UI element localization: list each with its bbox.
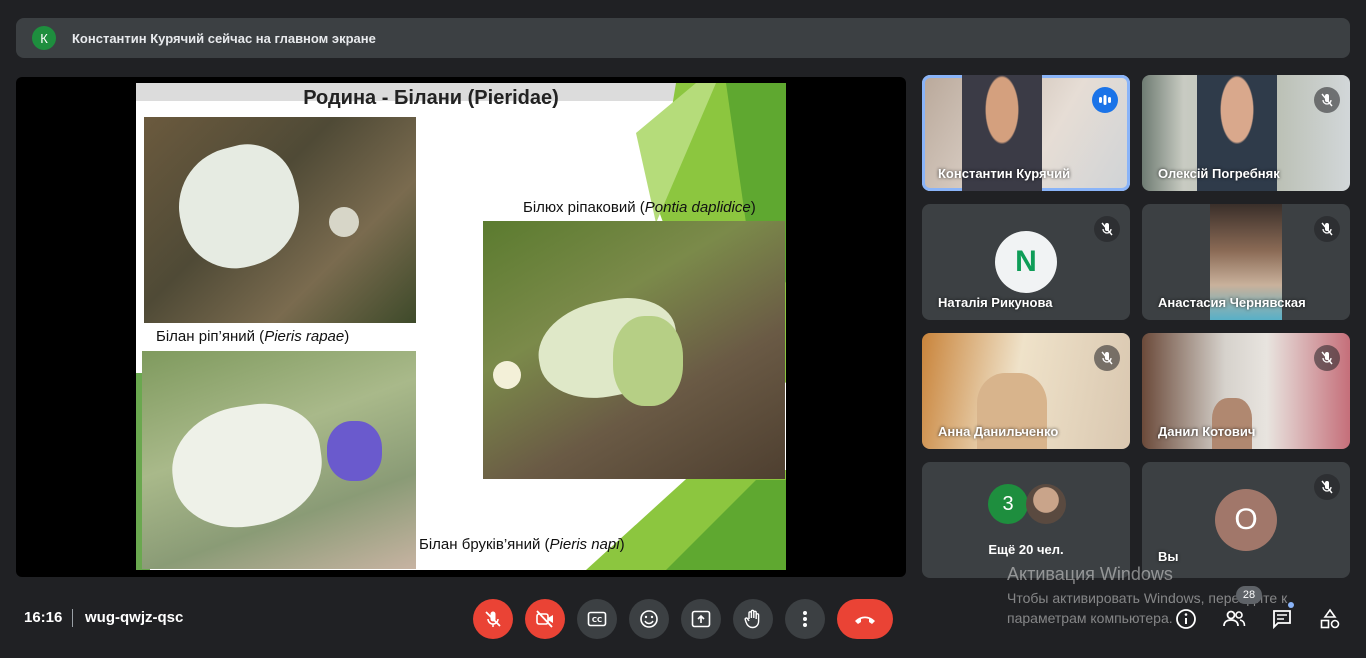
participant-name: Наталія Рикунова — [938, 295, 1053, 310]
butterfly-photo-daplidice — [483, 221, 785, 479]
leave-call-button[interactable] — [837, 599, 893, 639]
participant-tile[interactable]: Анна Данильченко — [922, 333, 1130, 449]
chat-button[interactable] — [1268, 605, 1296, 633]
caption-napi: Білан бруків’яний (Pieris napi) — [419, 536, 625, 553]
mic-off-icon — [1314, 87, 1340, 113]
clock: 16:16 — [24, 609, 63, 626]
emoji-icon — [640, 610, 658, 628]
camera-off-icon — [536, 610, 553, 628]
info-icon — [1176, 609, 1196, 629]
mic-off-icon — [1094, 216, 1120, 242]
butterfly-photo-rapae — [144, 117, 416, 323]
participant-name: Анастасия Чернявская — [1158, 295, 1306, 310]
activities-button[interactable] — [1316, 605, 1344, 633]
participant-name: Данил Котович — [1158, 424, 1256, 439]
meeting-code: wug-qwjz-qsc — [85, 609, 184, 626]
caption-rapae-latin: Pieris rapae — [264, 328, 345, 345]
participant-tile[interactable]: Анастасия Чернявская — [1142, 204, 1350, 320]
caption-daplidice-text: Білюх ріпаковий ( — [523, 199, 645, 216]
mic-off-icon — [1094, 345, 1120, 371]
mic-off-icon — [1314, 216, 1340, 242]
mic-off-icon — [1314, 345, 1340, 371]
present-screen-button[interactable] — [681, 599, 721, 639]
mic-toggle-button[interactable] — [473, 599, 513, 639]
more-participants-tile[interactable]: 3 Ещё 20 чел. — [922, 462, 1130, 578]
caption-rapae-text: Білан ріп’яний ( — [156, 328, 265, 345]
windows-activation-title: Активация Windows — [1007, 564, 1173, 584]
participant-name: Анна Данильченко — [938, 424, 1059, 439]
slide-title: Родина - Білани (Pieridae) — [136, 87, 726, 110]
caption-rapae: Білан ріп’яний (Pieris rapae) — [156, 328, 349, 345]
speaking-indicator-icon — [1092, 87, 1118, 113]
hang-up-icon — [855, 616, 875, 624]
divider — [72, 609, 73, 627]
participant-tile[interactable]: Олексій Погребняк — [1142, 75, 1350, 191]
camera-toggle-button[interactable] — [525, 599, 565, 639]
more-count: 3 — [1002, 492, 1014, 515]
participant-avatar-letter: N — [1015, 245, 1037, 278]
participant-name: Константин Курячий — [938, 166, 1071, 181]
participant-tile[interactable]: N Наталія Рикунова — [922, 204, 1130, 320]
participant-name: Олексій Погребняк — [1158, 166, 1280, 181]
presenter-avatar: К — [32, 26, 56, 50]
presentation-banner-text: Константин Курячий сейчас на главном экр… — [72, 30, 376, 46]
participant-tile[interactable]: Константин Курячий — [922, 75, 1130, 191]
presentation-slide: Родина - Білани (Pieridae) Білан ріп’яни… — [136, 83, 786, 570]
participant-name: Вы — [1158, 549, 1179, 564]
caption-rapae-end: ) — [344, 328, 350, 345]
closed-captions-icon: CC — [587, 611, 607, 627]
caption-daplidice-latin: Pontia daplidice — [644, 199, 751, 216]
self-avatar-letter: О — [1234, 503, 1258, 536]
presentation-banner: К Константин Курячий сейчас на главном э… — [16, 18, 1350, 58]
butterfly-photo-napi — [142, 351, 416, 569]
raise-hand-button[interactable] — [733, 599, 773, 639]
participant-tile[interactable]: Данил Котович — [1142, 333, 1350, 449]
captions-button[interactable]: CC — [577, 599, 617, 639]
chat-icon — [1273, 610, 1291, 630]
participant-avatar: N — [995, 231, 1057, 293]
self-avatar: О — [1215, 489, 1277, 551]
more-options-button[interactable] — [785, 599, 825, 639]
meeting-details-button[interactable] — [1172, 605, 1200, 633]
main-stage[interactable]: Родина - Білани (Pieridae) Білан ріп’яни… — [16, 77, 906, 577]
slide-leaf-decoration-bottom — [586, 470, 786, 570]
hand-icon — [744, 609, 760, 629]
people-icon — [1223, 610, 1246, 627]
more-participant-avatar — [1026, 484, 1066, 524]
slide-title-text: Родина - Білани (Pieridae) — [303, 87, 559, 109]
caption-napi-latin: Pieris napi — [549, 536, 620, 553]
reactions-button[interactable] — [629, 599, 669, 639]
more-participants-label: Ещё 20 чел. — [988, 542, 1064, 557]
svg-text:CC: CC — [592, 616, 602, 624]
caption-napi-text: Білан бруків’яний ( — [419, 536, 550, 553]
activities-icon — [1320, 608, 1340, 629]
caption-daplidice: Білюх ріпаковий (Pontia daplidice) — [523, 199, 756, 216]
caption-daplidice-end: ) — [750, 199, 756, 216]
caption-napi-end: ) — [619, 536, 625, 553]
present-icon — [691, 610, 711, 628]
self-tile[interactable]: О Вы — [1142, 462, 1350, 578]
mic-off-icon — [485, 611, 501, 627]
mic-off-icon — [1314, 474, 1340, 500]
more-count-avatar: 3 — [988, 484, 1028, 524]
participants-count-badge: 28 — [1236, 586, 1262, 604]
more-vert-icon — [803, 611, 807, 627]
participants-button[interactable] — [1220, 605, 1248, 633]
